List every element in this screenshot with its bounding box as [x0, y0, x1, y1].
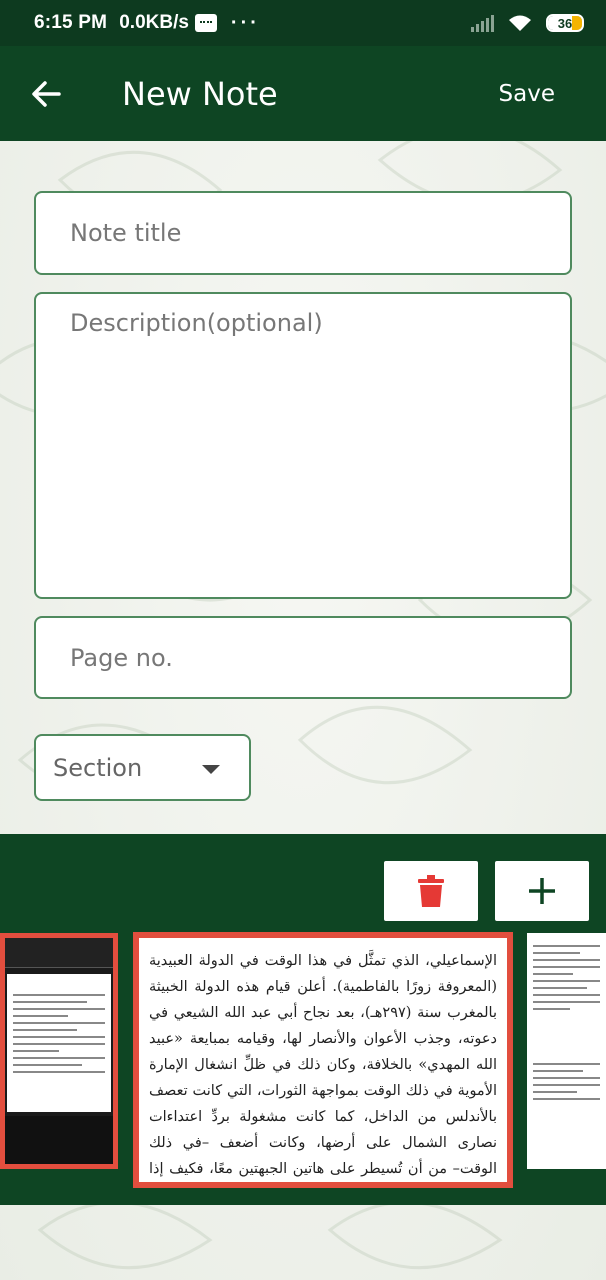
attachment-thumbnail-1[interactable]	[0, 933, 118, 1169]
section-selected-value: Section	[53, 753, 143, 782]
note-title-placeholder: Note title	[70, 219, 182, 247]
description-input[interactable]: Description(optional)	[34, 292, 572, 599]
attachment-thumbnail-3[interactable]	[527, 933, 606, 1169]
status-bar: 6:15 PM 0.0KB/s ··· 36	[0, 0, 606, 46]
app-bar: New Note Save	[0, 46, 606, 141]
attachment-page-text: الإسماعيلي، الذي تمثَّل في هذا الوقت في …	[149, 953, 497, 1177]
section-dropdown[interactable]: Section	[34, 734, 251, 801]
delete-attachment-button[interactable]	[384, 861, 478, 921]
cell-signal-icon	[471, 14, 494, 32]
trash-icon	[418, 875, 444, 907]
add-attachment-button[interactable]	[495, 861, 589, 921]
network-speed: 0.0KB/s	[119, 12, 189, 33]
wifi-icon	[509, 15, 531, 31]
plus-icon	[529, 878, 555, 904]
battery-level: 36	[557, 15, 573, 31]
attachment-thumbnail-2[interactable]: الإسماعيلي، الذي تمثَّل في هذا الوقت في …	[133, 932, 513, 1188]
page-title: New Note	[122, 74, 278, 113]
message-notification-icon	[194, 14, 217, 32]
more-notifications-icon: ···	[230, 11, 260, 34]
attachments-panel: الإسماعيلي، الذي تمثَّل في هذا الوقت في …	[0, 834, 606, 1205]
save-button[interactable]: Save	[499, 81, 555, 107]
page-number-placeholder: Page no.	[70, 643, 173, 672]
status-time: 6:15 PM	[34, 12, 108, 33]
description-placeholder: Description(optional)	[70, 309, 323, 337]
note-title-input[interactable]: Note title	[34, 191, 572, 275]
dropdown-caret-icon	[202, 765, 220, 774]
back-button[interactable]	[0, 46, 94, 141]
battery-icon: 36	[546, 14, 584, 32]
arrow-left-icon	[32, 80, 61, 107]
page-number-input[interactable]: Page no.	[34, 616, 572, 699]
